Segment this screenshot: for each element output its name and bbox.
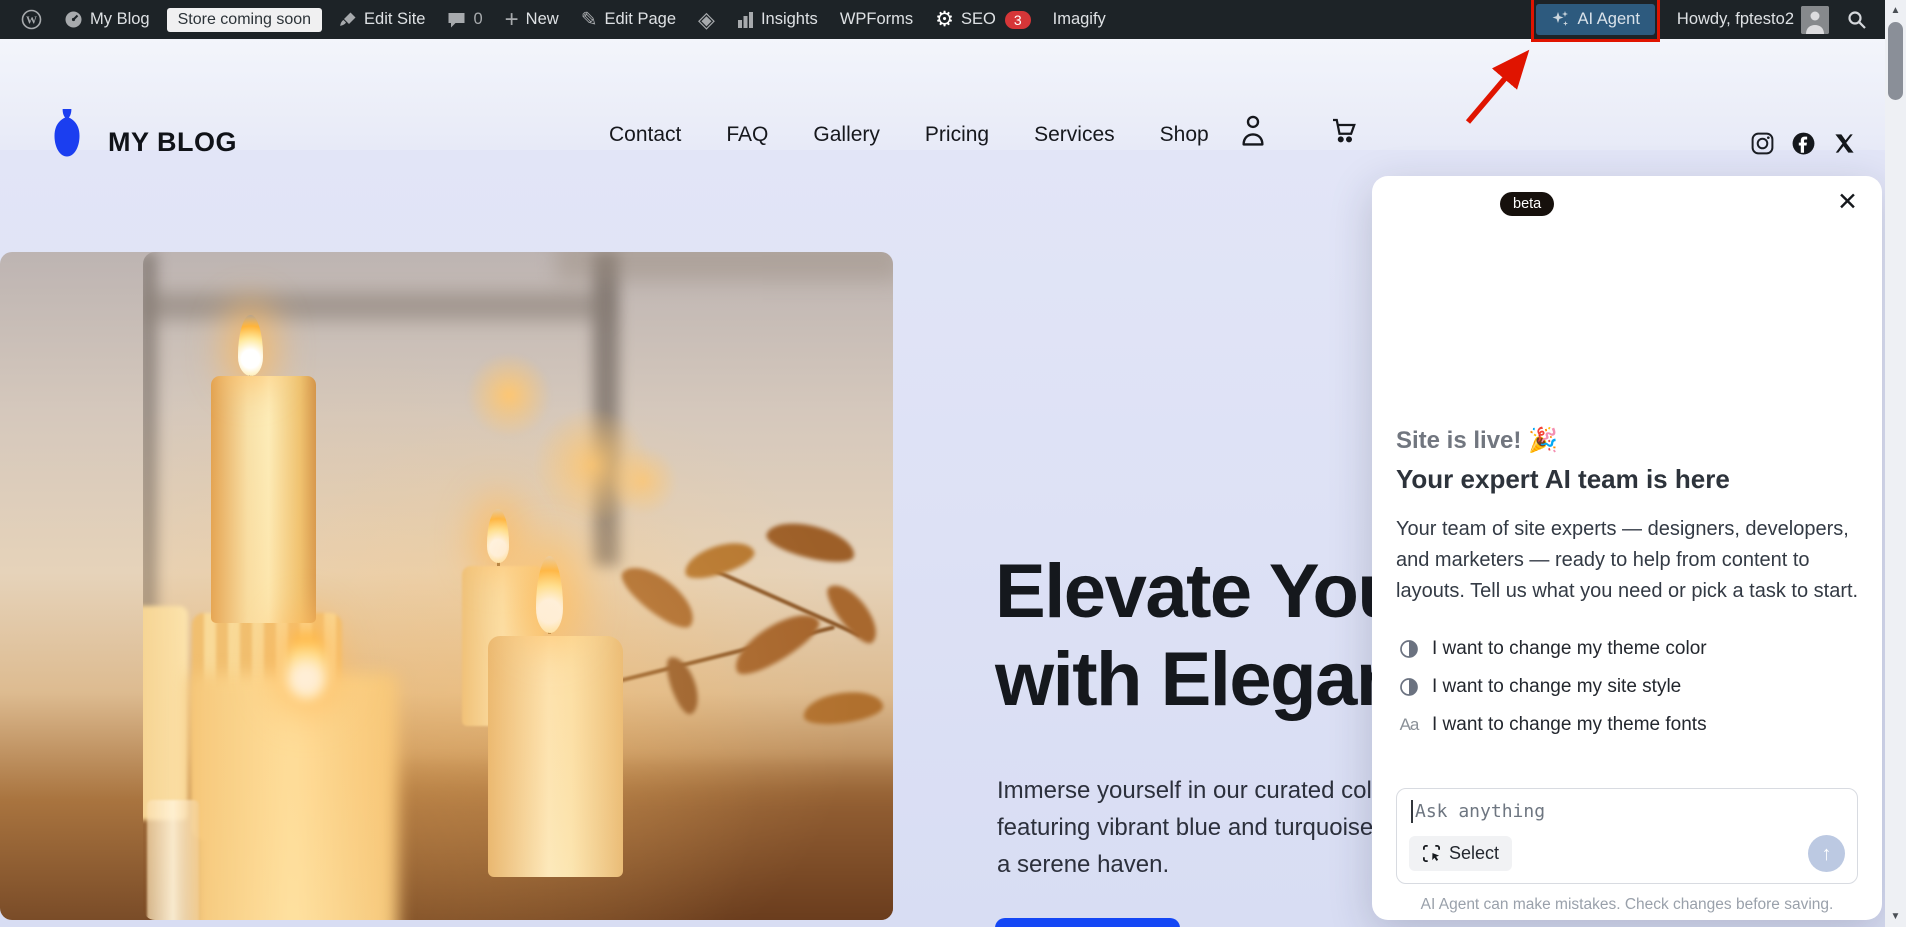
howdy-label: Howdy, fptesto2 xyxy=(1677,10,1794,29)
site-logo-vase-icon[interactable] xyxy=(52,109,82,164)
paintbrush-icon xyxy=(339,11,357,29)
panel-description: Your team of site experts — designers, d… xyxy=(1396,514,1864,607)
fonts-icon: Aa xyxy=(1398,715,1420,735)
hero-body-line2: featuring vibrant blue and turquoise t xyxy=(997,809,1391,846)
beta-badge: beta xyxy=(1500,192,1554,216)
nav-faq[interactable]: FAQ xyxy=(726,123,768,147)
account-icon[interactable] xyxy=(1238,113,1268,152)
insights-label: Insights xyxy=(761,10,818,29)
suggestion-site-style[interactable]: I want to change my site style xyxy=(1398,674,1707,700)
text-caret xyxy=(1411,800,1413,823)
hero-candle-image xyxy=(143,252,893,920)
ai-agent-button[interactable]: AI Agent xyxy=(1536,4,1655,35)
x-twitter-icon[interactable] xyxy=(1833,132,1856,160)
ai-disclaimer: AI Agent can make mistakes. Check change… xyxy=(1372,896,1882,914)
suggestion-label: I want to change my site style xyxy=(1432,676,1681,698)
ai-agent-wrap: AI Agent xyxy=(1536,4,1655,35)
search-icon xyxy=(1847,10,1867,30)
suggestion-list: I want to change my theme color I want t… xyxy=(1398,636,1707,738)
suggestion-label: I want to change my theme color xyxy=(1432,638,1707,660)
ai-agent-label: AI Agent xyxy=(1578,10,1640,29)
nav-contact[interactable]: Contact xyxy=(609,123,681,147)
insights-menu[interactable]: Insights xyxy=(726,0,829,39)
edit-page-menu[interactable]: ✎ Edit Page xyxy=(570,0,687,39)
new-content-menu[interactable]: + New xyxy=(494,0,570,39)
plugin-diamond-menu[interactable]: ◈ xyxy=(687,0,726,39)
ask-anything-input[interactable] xyxy=(1415,801,1835,822)
scrollbar-down-arrow[interactable]: ▼ xyxy=(1885,911,1906,922)
my-blog-label: My Blog xyxy=(90,10,150,29)
wpforms-menu[interactable]: WPForms xyxy=(829,0,924,39)
hero-body-line3: a serene haven. xyxy=(997,846,1391,883)
facebook-icon[interactable] xyxy=(1791,131,1816,161)
select-element-button[interactable]: Select xyxy=(1409,836,1512,871)
nav-pricing[interactable]: Pricing xyxy=(925,123,989,147)
seo-gear-icon: ⚙ xyxy=(935,9,954,30)
contrast-icon xyxy=(1398,639,1420,659)
panel-title: Your expert AI team is here xyxy=(1396,464,1730,495)
suggestion-theme-fonts[interactable]: Aa I want to change my theme fonts xyxy=(1398,712,1707,738)
seo-count-badge: 3 xyxy=(1005,11,1031,29)
browser-scrollbar[interactable]: ▲ ▼ xyxy=(1885,0,1906,927)
instagram-icon[interactable] xyxy=(1750,131,1775,161)
scrollbar-up-arrow[interactable]: ▲ xyxy=(1885,5,1906,16)
diamond-icon: ◈ xyxy=(698,9,715,31)
nav-shop[interactable]: Shop xyxy=(1160,123,1209,147)
suggestion-label: I want to change my theme fonts xyxy=(1432,714,1707,736)
wpforms-label: WPForms xyxy=(840,10,913,29)
send-button[interactable]: ↑ xyxy=(1808,835,1845,872)
wp-admin-bar: W My Blog Store coming soon Edit Site 0 … xyxy=(0,0,1885,39)
suggestion-theme-color[interactable]: I want to change my theme color xyxy=(1398,636,1707,662)
new-label: New xyxy=(526,10,559,29)
select-area-cursor-icon xyxy=(1422,844,1441,863)
scrollbar-thumb[interactable] xyxy=(1888,22,1903,100)
edit-page-label: Edit Page xyxy=(604,10,676,29)
main-nav: Contact FAQ Gallery Pricing Services Sho… xyxy=(609,123,1209,147)
panel-status-line: Site is live! 🎉 xyxy=(1396,426,1558,455)
hero-heading-line2: with Elegan xyxy=(995,636,1402,724)
imagify-label: Imagify xyxy=(1053,10,1106,29)
plus-icon: + xyxy=(505,8,519,32)
site-title[interactable]: MY BLOG xyxy=(108,127,237,158)
imagify-menu[interactable]: Imagify xyxy=(1042,0,1117,39)
bar-chart-icon xyxy=(737,11,754,28)
wordpress-menu[interactable]: W xyxy=(10,0,53,39)
dashboard-gauge-icon xyxy=(64,10,83,29)
ai-agent-panel: beta ✕ Site is live! 🎉 Your expert AI te… xyxy=(1372,176,1882,920)
site-header: MY BLOG Contact FAQ Gallery Pricing Serv… xyxy=(0,39,1906,150)
prompt-input-card: Select ↑ xyxy=(1396,788,1858,884)
cart-icon[interactable] xyxy=(1328,115,1358,150)
comments-menu[interactable]: 0 xyxy=(436,0,493,39)
close-icon[interactable]: ✕ xyxy=(1837,190,1858,215)
comments-count: 0 xyxy=(473,10,482,29)
admin-bar-right: AI Agent Howdy, fptesto2 xyxy=(1536,0,1871,39)
nav-services[interactable]: Services xyxy=(1034,123,1115,147)
edit-site-label: Edit Site xyxy=(364,10,425,29)
seo-menu[interactable]: ⚙ SEO 3 xyxy=(924,0,1041,39)
avatar xyxy=(1801,6,1829,34)
select-label: Select xyxy=(1449,843,1499,864)
store-coming-soon-badge: Store coming soon xyxy=(167,8,322,32)
seo-label: SEO xyxy=(961,10,996,29)
hero-body-text: Immerse yourself in our curated colle fe… xyxy=(997,772,1391,883)
admin-search[interactable] xyxy=(1843,0,1871,39)
pencil-icon: ✎ xyxy=(581,10,598,30)
hero-body-line1: Immerse yourself in our curated colle xyxy=(997,772,1391,809)
hero-heading-line1: Elevate You xyxy=(995,548,1402,636)
howdy-account-menu[interactable]: Howdy, fptesto2 xyxy=(1673,0,1833,39)
comment-bubble-icon xyxy=(447,11,466,29)
nav-gallery[interactable]: Gallery xyxy=(813,123,880,147)
warm-glow-overlay xyxy=(143,252,893,920)
edit-site-menu[interactable]: Edit Site xyxy=(328,0,436,39)
svg-text:W: W xyxy=(26,15,37,27)
contrast-icon xyxy=(1398,677,1420,697)
wordpress-logo-icon: W xyxy=(21,9,42,30)
shop-now-button[interactable]: Shop Now xyxy=(995,918,1180,927)
my-blog-menu[interactable]: My Blog xyxy=(53,0,161,39)
sparkles-icon xyxy=(1551,10,1570,29)
hero-heading: Elevate You with Elegan xyxy=(995,548,1402,724)
